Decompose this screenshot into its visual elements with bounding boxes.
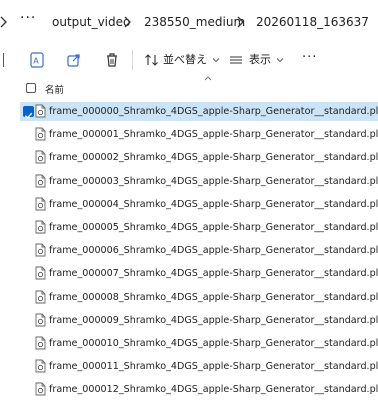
sort-ascending-icon (204, 76, 212, 81)
file-icon (35, 243, 46, 257)
chevron-down-icon (212, 58, 220, 63)
file-icon (35, 266, 46, 280)
sort-button[interactable]: 並べ替え (144, 52, 221, 68)
sort-icon (145, 54, 158, 66)
breadcrumb-item-20260118-163637[interactable]: 20260118_163637 (256, 14, 369, 30)
file-row[interactable]: frame_000005_Shramko_4DGS_apple-Sharp_Ge… (0, 216, 378, 239)
rename-icon[interactable]: A (30, 52, 44, 68)
file-row[interactable]: frame_000007_Shramko_4DGS_apple-Sharp_Ge… (0, 262, 378, 285)
file-name: frame_000002_Shramko_4DGS_apple-Sharp_Ge… (49, 152, 378, 164)
file-icon (35, 127, 46, 141)
sort-label: 並べ替え (163, 53, 207, 66)
file-name: frame_000011_Shramko_4DGS_apple-Sharp_Ge… (49, 361, 378, 373)
file-icon (35, 197, 46, 211)
file-name: frame_000003_Shramko_4DGS_apple-Sharp_Ge… (49, 175, 378, 187)
chevron-right-icon (237, 16, 244, 28)
row-checkbox[interactable] (23, 106, 34, 119)
file-row[interactable]: frame_000006_Shramko_4DGS_apple-Sharp_Ge… (0, 239, 378, 262)
chevron-right-icon (0, 16, 7, 28)
breadcrumb-item-output-video[interactable]: output_video (52, 14, 130, 30)
file-row[interactable]: frame_000003_Shramko_4DGS_apple-Sharp_Ge… (0, 170, 378, 193)
file-name: frame_000004_Shramko_4DGS_apple-Sharp_Ge… (49, 198, 378, 210)
file-name: frame_000000_Shramko_4DGS_apple-Sharp_Ge… (49, 106, 378, 117)
view-label: 表示 (249, 53, 271, 66)
file-row[interactable]: frame_000004_Shramko_4DGS_apple-Sharp_Ge… (0, 193, 378, 216)
file-row[interactable]: frame_000010_Shramko_4DGS_apple-Sharp_Ge… (0, 332, 378, 355)
list-view-icon (230, 56, 242, 64)
delete-icon[interactable] (105, 52, 119, 68)
file-icon (35, 150, 46, 164)
file-name: frame_000010_Shramko_4DGS_apple-Sharp_Ge… (49, 338, 378, 349)
file-row[interactable]: frame_000001_Shramko_4DGS_apple-Sharp_Ge… (0, 123, 378, 146)
file-icon (35, 359, 46, 373)
chevron-down-icon (276, 58, 284, 63)
chevron-right-icon (124, 16, 131, 28)
file-name: frame_000009_Shramko_4DGS_apple-Sharp_Ge… (49, 314, 378, 326)
file-icon (35, 382, 46, 396)
breadcrumb-overflow-button[interactable]: ··· (20, 10, 36, 26)
name-column-header[interactable]: 名前 (45, 82, 64, 96)
checkmark-icon (24, 112, 33, 119)
file-row[interactable]: frame_000000_Shramko_4DGS_apple-Sharp_Ge… (0, 100, 378, 123)
file-name: frame_000006_Shramko_4DGS_apple-Sharp_Ge… (49, 245, 378, 257)
file-icon (35, 104, 46, 118)
file-name: frame_000005_Shramko_4DGS_apple-Sharp_Ge… (49, 222, 378, 233)
share-icon[interactable] (67, 52, 81, 68)
file-name: frame_000008_Shramko_4DGS_apple-Sharp_Ge… (49, 291, 378, 303)
toolbar-partial-icon[interactable] (0, 53, 4, 67)
toolbar-divider (132, 50, 133, 70)
view-button[interactable]: 表示 (229, 52, 285, 68)
column-header: 名前 (0, 76, 378, 100)
file-name: frame_000012_Shramko_4DGS_apple-Sharp_Ge… (49, 384, 378, 396)
file-icon (35, 174, 46, 188)
more-options-button[interactable]: ··· (302, 50, 317, 66)
file-icon (35, 336, 46, 350)
address-breadcrumb-bar: ··· output_video 238550_medium 20260118_… (0, 0, 378, 44)
file-name: frame_000001_Shramko_4DGS_apple-Sharp_Ge… (49, 129, 378, 141)
file-icon (35, 220, 46, 234)
file-name: frame_000007_Shramko_4DGS_apple-Sharp_Ge… (49, 268, 378, 280)
select-all-checkbox[interactable] (26, 83, 36, 93)
file-row[interactable]: frame_000002_Shramko_4DGS_apple-Sharp_Ge… (0, 146, 378, 169)
file-row[interactable]: frame_000008_Shramko_4DGS_apple-Sharp_Ge… (0, 286, 378, 309)
file-row[interactable]: frame_000011_Shramko_4DGS_apple-Sharp_Ge… (0, 355, 378, 378)
file-row[interactable]: frame_000009_Shramko_4DGS_apple-Sharp_Ge… (0, 309, 378, 332)
file-icon (35, 313, 46, 327)
file-icon (35, 290, 46, 304)
file-row[interactable]: frame_000012_Shramko_4DGS_apple-Sharp_Ge… (0, 378, 378, 401)
breadcrumb-item-238550-medium[interactable]: 238550_medium (144, 14, 245, 30)
svg-text:A: A (33, 57, 39, 66)
command-toolbar: A 並べ替え 表示 ··· (0, 44, 378, 78)
